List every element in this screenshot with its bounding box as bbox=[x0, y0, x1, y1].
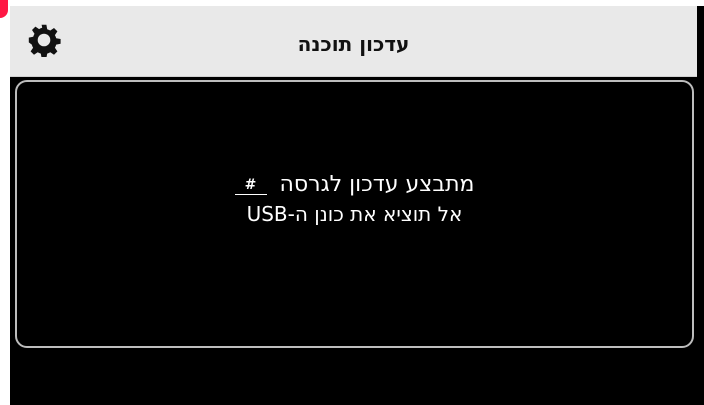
software-update-screen: עדכון תוכנה מתבצע עדכון לגרסה # אל תוציא… bbox=[0, 0, 704, 405]
update-status-line: מתבצע עדכון לגרסה # bbox=[17, 170, 692, 200]
version-number: # bbox=[234, 176, 267, 195]
update-dialog: מתבצע עדכון לגרסה # אל תוציא את כונן ה-U… bbox=[15, 80, 694, 348]
header-bar: עדכון תוכנה bbox=[10, 6, 697, 77]
update-message: מתבצע עדכון לגרסה # אל תוציא את כונן ה-U… bbox=[17, 170, 692, 228]
usb-warning: אל תוציא את כונן ה-USB bbox=[246, 202, 463, 226]
update-status-text: מתבצע עדכון לגרסה bbox=[279, 172, 475, 197]
bottom-blank-area bbox=[10, 350, 704, 405]
page-title: עדכון תוכנה bbox=[297, 32, 410, 56]
left-gutter bbox=[0, 0, 10, 405]
